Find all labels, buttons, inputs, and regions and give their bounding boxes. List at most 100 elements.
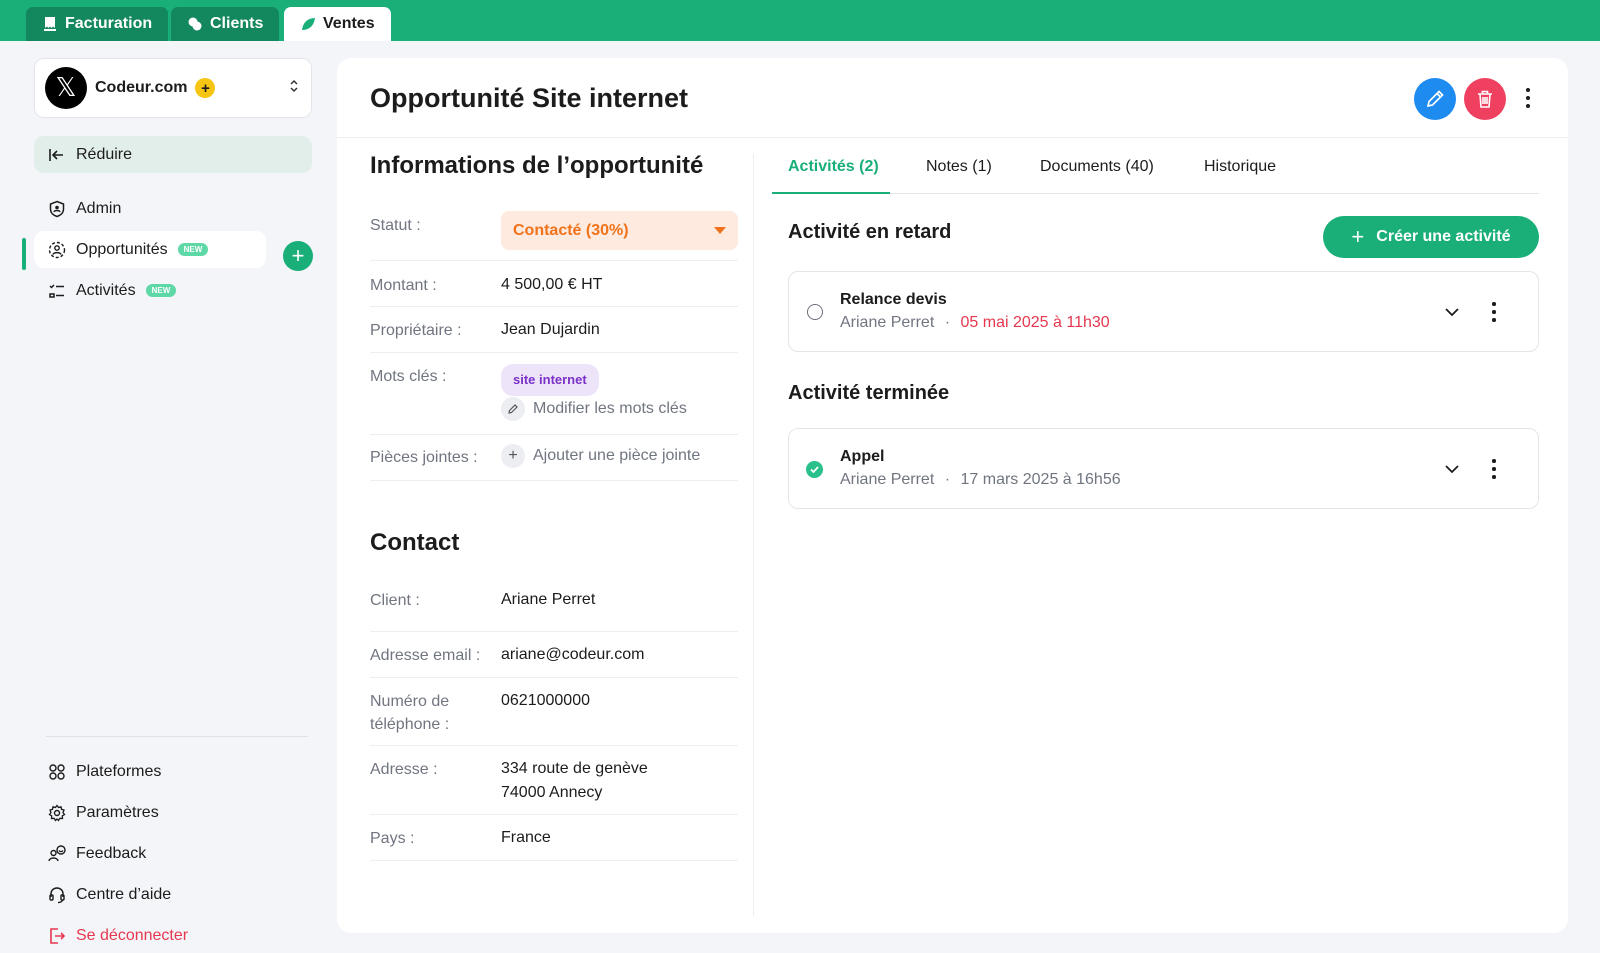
user-target-icon [48,241,66,258]
activity-person: Ariane Perret [840,314,935,331]
delete-button[interactable] [1464,78,1506,120]
activity-title: Relance devis [840,291,947,308]
sidebar-item-centre-aide[interactable]: Centre d’aide [34,876,266,913]
dot [1526,96,1530,100]
edit-keywords-button[interactable]: Modifier les mots clés [501,397,687,421]
activity-more-button[interactable] [1488,300,1500,324]
sidebar-item-parametres[interactable]: Paramètres [34,794,266,831]
sidebar-item-label: Plateformes [76,762,162,780]
sidebar-item-label: Feedback [76,844,147,862]
tab-notes[interactable]: Notes (1) [926,153,992,194]
chevron-down-icon[interactable] [1443,460,1461,478]
chevron-up-down-icon [289,79,299,93]
apps-grid-icon [49,763,65,780]
done-activities-title: Activité terminée [788,382,950,404]
sidebar-item-plateformes[interactable]: Plateformes [34,753,266,790]
phone-row: Numéro de téléphone : 0621000000 [370,678,738,746]
country-label: Pays : [370,830,415,847]
sidebar-item-activites[interactable]: Activités NEW [34,272,266,309]
add-attachment-button[interactable]: + Ajouter une pièce jointe [501,444,700,468]
dot [1526,88,1530,92]
amount-row: Montant : 4 500,00 € HT [370,261,738,307]
tab-clients[interactable]: Clients [171,7,280,41]
phone-label-line2: téléphone : [370,716,450,733]
edit-button[interactable] [1414,78,1456,120]
feedback-icon [48,844,66,861]
tab-label: Facturation [65,15,153,32]
client-value: Ariane Perret [501,591,596,608]
country-row: Pays : France [370,815,738,861]
activity-title: Appel [840,448,885,465]
tab-activites[interactable]: Activités (2) [772,153,890,194]
check-circle-icon[interactable] [806,461,823,478]
new-badge: NEW [145,284,177,297]
meta-separator: · [944,314,951,331]
opportunity-detail-card: Opportunité Site internet Informations d… [337,58,1568,933]
sidebar-item-label: Activités [76,281,136,299]
new-badge: NEW [177,243,209,256]
organization-switcher[interactable]: 𝕏 Codeur.com + [34,58,312,118]
caret-down-icon [714,227,726,234]
add-attachment-label: Ajouter une pièce jointe [533,447,701,464]
sidebar-item-opportunites[interactable]: Opportunités NEW [34,231,266,268]
logout-label: Se déconnecter [76,926,189,944]
activity-date-late: 05 mai 2025 à 11h30 [960,314,1110,331]
amount-value: 4 500,00 € HT [501,276,603,293]
email-label: Adresse email : [370,647,481,664]
checklist-icon [49,283,64,298]
activity-more-button[interactable] [1488,457,1500,481]
attachments-row: Pièces jointes : + Ajouter une pièce join… [370,435,738,481]
status-value: Contacté (30%) [513,221,629,239]
users-icon [188,17,202,31]
gear-icon [48,803,66,822]
late-activities-title: Activité en retard [788,221,952,243]
tab-label: Clients [210,15,264,32]
sidebar-item-label: Admin [76,199,122,217]
activity-meta: Ariane Perret · 05 mai 2025 à 11h30 [840,314,1110,332]
dot [1492,467,1496,471]
status-select[interactable]: Contacté (30%) [501,211,738,250]
sidebar-item-admin[interactable]: Admin [34,190,266,227]
dot [1526,104,1530,108]
pencil-icon [1426,90,1444,108]
sidebar-item-label: Opportunités [76,240,168,258]
keywords-label: Mots clés : [370,368,447,385]
owner-value: Jean Dujardin [501,321,600,338]
activity-card-done[interactable]: Appel Ariane Perret · 17 mars 2025 à 16h… [788,428,1539,509]
collapse-sidebar-button[interactable]: Réduire [34,136,312,173]
create-activity-label: Créer une activité [1376,228,1511,245]
tab-historique[interactable]: Historique [1204,153,1276,194]
top-app-bar: Facturation Clients Ventes [0,0,1600,41]
activity-complete-radio[interactable] [807,304,823,320]
client-label: Client : [370,592,420,609]
receipt-icon [44,17,56,31]
tab-label: Ventes [323,15,375,32]
organization-name: Codeur.com [95,79,188,96]
sidebar-item-feedback[interactable]: Feedback [34,835,266,872]
active-indicator [22,238,26,270]
keyword-tag[interactable]: site internet [501,364,599,396]
tab-facturation[interactable]: Facturation [26,7,169,41]
address-line1: 334 route de genève [501,760,648,777]
column-divider [753,154,754,916]
dot [1492,302,1496,306]
status-label: Statut : [370,217,421,234]
keywords-row: Mots clés : site internet Modifier les m… [370,353,738,435]
logout-button[interactable]: Se déconnecter [34,917,266,953]
card-header: Opportunité Site internet [337,58,1568,138]
email-row: Adresse email : ariane@codeur.com [370,632,738,678]
logout-icon [50,927,66,944]
create-activity-button[interactable]: + Créer une activité [1323,216,1539,258]
address-row: Adresse : 334 route de genève 74000 Anne… [370,746,738,815]
chevron-down-icon[interactable] [1443,303,1461,321]
sidebar-divider [46,736,308,737]
add-opportunity-button[interactable]: + [283,241,313,271]
activity-card-late[interactable]: Relance devis Ariane Perret · 05 mai 202… [788,271,1539,352]
plus-icon: + [1351,224,1365,249]
owner-row: Propriétaire : Jean Dujardin [370,307,738,353]
attachments-label: Pièces jointes : [370,449,478,466]
tab-documents[interactable]: Documents (40) [1040,153,1154,194]
activity-person: Ariane Perret [840,471,935,488]
tab-ventes[interactable]: Ventes [284,7,391,41]
more-options-button[interactable] [1522,86,1534,110]
